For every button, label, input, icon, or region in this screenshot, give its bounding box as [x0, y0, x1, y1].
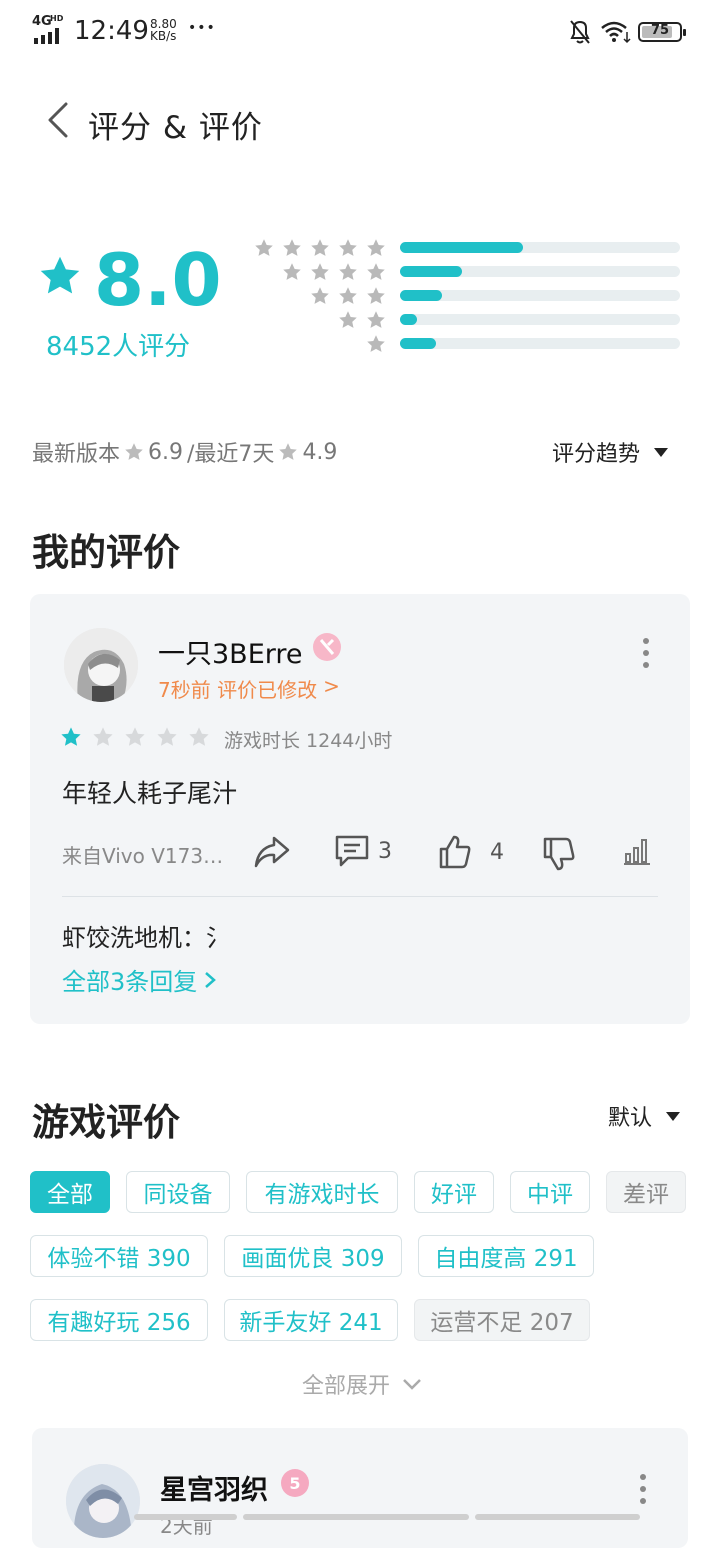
reply-preview[interactable]: 虾饺洗地机：氵 [62, 918, 230, 953]
tag-fun[interactable]: 有趣好玩 256 [30, 1299, 208, 1341]
tag-good-experience[interactable]: 体验不错 390 [30, 1235, 208, 1277]
avatar[interactable] [66, 1464, 140, 1538]
filter-positive[interactable]: 好评 [414, 1171, 494, 1213]
star-icon [283, 239, 301, 256]
star-icon [189, 727, 209, 746]
filter-same-device[interactable]: 同设备 [126, 1171, 230, 1213]
clock: 12:49 [74, 16, 149, 46]
star-icon [339, 263, 357, 280]
battery-icon: 75 [638, 22, 686, 42]
star-icon [339, 287, 357, 304]
avatar[interactable] [64, 628, 138, 702]
page-title: 评分 & 评价 [88, 110, 263, 146]
tag-freedom[interactable]: 自由度高 291 [418, 1235, 594, 1277]
rating-bar-5-star [255, 238, 680, 258]
rating-bar-4-star [256, 262, 680, 282]
status-bar: 4G HD 12:49 8.80 KB/s ••• 75 [0, 0, 720, 64]
share-icon[interactable] [252, 834, 292, 870]
tag-newbie-friendly[interactable]: 新手友好 241 [224, 1299, 398, 1341]
star-icon [255, 239, 273, 256]
username[interactable]: 一只3BErre [158, 632, 303, 671]
bar-fill [400, 266, 462, 277]
filter-negative[interactable]: 差评 [606, 1171, 686, 1213]
badge-icon [313, 633, 341, 661]
review-content: 年轻人耗子尾汁 [62, 779, 238, 808]
bar-fill [400, 242, 524, 253]
thumbs-down-icon[interactable] [542, 836, 576, 872]
game-reviews-title: 游戏评价 [32, 1101, 180, 1144]
star-icon [40, 256, 80, 294]
review-meta[interactable]: 7秒前 评价已修改 > [158, 674, 340, 703]
bar-fill [400, 290, 442, 301]
star-icon [61, 727, 81, 746]
more-options-icon[interactable] [643, 638, 649, 668]
average-score: 8.0 [94, 238, 222, 322]
rating-bar-2-star [256, 310, 680, 330]
thumbs-up-icon [439, 835, 471, 869]
dropdown-arrow-icon [654, 447, 669, 457]
chevron-down-icon [403, 1379, 421, 1390]
playtime: 游戏时长 1244小时 [224, 730, 393, 752]
tag-poor-operation[interactable]: 运营不足 207 [414, 1299, 590, 1341]
star-icon [125, 727, 145, 746]
star-icon [367, 263, 385, 280]
rating-count: 8452人评分 [46, 332, 191, 362]
star-icon [367, 239, 385, 256]
bell-off-icon [570, 20, 590, 44]
star-icon [93, 727, 113, 746]
star-icon [367, 311, 385, 328]
bar-fill [400, 338, 437, 349]
device-label: 来自Vivo V173… [62, 844, 224, 868]
review-card[interactable]: 星宫羽织 5 2天前 [32, 1428, 688, 1548]
comment-button[interactable]: 3 [334, 834, 392, 868]
my-review-card[interactable]: 一只3BErre 7秒前 评价已修改 > 游戏时长 1244小时 年轻人耗子尾汁… [30, 594, 690, 1024]
all-replies-link[interactable]: 全部3条回复 [62, 962, 217, 997]
filter-neutral[interactable]: 中评 [510, 1171, 590, 1213]
expand-all-button[interactable]: 全部展开 [302, 1368, 422, 1400]
more-status-icon: ••• [188, 20, 216, 36]
chevron-right-icon [205, 971, 217, 988]
star-icon [125, 443, 143, 460]
comment-icon [335, 835, 369, 867]
tag-good-graphics[interactable]: 画面优良 309 [224, 1235, 402, 1277]
svg-text:5: 5 [289, 1474, 300, 1493]
signal-icon: 4G HD [32, 14, 66, 44]
star-icon [279, 443, 298, 460]
my-review-title: 我的评价 [32, 531, 180, 574]
rating-trend-dropdown[interactable]: 评分趋势 [552, 436, 669, 468]
like-button[interactable]: 4 [438, 834, 504, 870]
back-arrow-icon[interactable] [44, 100, 74, 140]
star-icon [311, 263, 329, 280]
star-icon [311, 287, 329, 304]
rating-bar-1-star [256, 334, 680, 354]
dropdown-arrow-icon [666, 1111, 681, 1121]
filter-all[interactable]: 全部 [30, 1171, 110, 1213]
divider [62, 896, 658, 897]
star-icon [367, 335, 385, 352]
rating-bar-3-star [256, 286, 680, 306]
star-icon [157, 727, 177, 746]
username[interactable]: 星宫羽织 [160, 1468, 268, 1507]
star-icon [283, 263, 301, 280]
review-stars [60, 726, 210, 748]
sort-dropdown[interactable]: 默认 [608, 1100, 681, 1132]
scroll-indicator [134, 1514, 641, 1520]
network-speed: 8.80 KB/s [150, 17, 177, 43]
star-icon [339, 239, 357, 256]
chevron-right-icon: > [323, 674, 340, 698]
version-ratings: 最新版本 6.9 /最近7天 4.9 [32, 439, 338, 468]
stats-icon[interactable] [622, 836, 652, 866]
star-icon [311, 239, 329, 256]
more-options-icon[interactable] [640, 1474, 646, 1504]
star-icon [339, 311, 357, 328]
wifi-icon [601, 21, 631, 44]
filter-playtime[interactable]: 有游戏时长 [246, 1171, 398, 1213]
badge-icon: 5 [281, 1469, 309, 1497]
bar-fill [400, 314, 417, 325]
star-icon [367, 287, 385, 304]
